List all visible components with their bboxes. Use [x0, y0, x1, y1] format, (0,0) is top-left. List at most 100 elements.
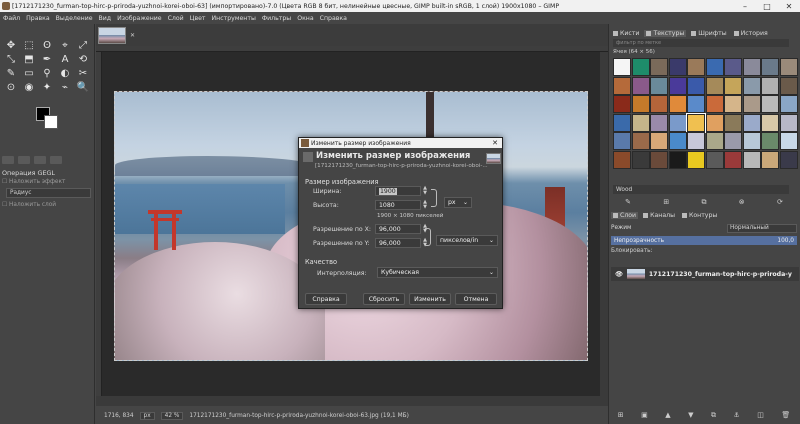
mask-icon[interactable]: ◫	[757, 411, 764, 419]
pattern-swatch[interactable]	[724, 58, 742, 76]
tag-filter-input[interactable]: фильтр по метке	[613, 39, 789, 47]
edit-pattern-icon[interactable]: ✎	[625, 198, 631, 206]
tab-fonts[interactable]: Шрифты	[689, 30, 728, 37]
fuzzy-select-icon[interactable]: ⌖	[56, 38, 74, 52]
pattern-swatch[interactable]	[687, 58, 705, 76]
pattern-swatch[interactable]	[631, 113, 650, 132]
resolution-chain-icon[interactable]	[425, 228, 431, 246]
rect-select-icon[interactable]: ⬚	[20, 38, 38, 52]
pattern-swatch[interactable]	[724, 150, 742, 169]
pattern-swatch[interactable]	[613, 113, 631, 132]
x-resolution-input[interactable]: 96,000	[375, 224, 421, 234]
pattern-swatch[interactable]	[761, 76, 779, 95]
height-spinner[interactable]: ▲ ▼	[422, 200, 428, 210]
tab-paths[interactable]: Контуры	[680, 212, 719, 219]
pattern-swatch[interactable]	[779, 132, 798, 150]
pattern-name-field[interactable]: Wood	[613, 185, 789, 194]
paths-icon[interactable]: ✒	[38, 52, 56, 66]
pattern-swatch[interactable]	[686, 112, 706, 133]
duplicate-layer-icon[interactable]: ⧉	[711, 411, 716, 420]
pattern-swatch[interactable]	[650, 58, 668, 76]
canvas-horizontal-scrollbar[interactable]	[96, 396, 608, 406]
pattern-swatch[interactable]	[613, 76, 631, 95]
pattern-swatch[interactable]	[650, 95, 668, 113]
radius-field[interactable]: Радиус	[6, 188, 91, 198]
pattern-swatch[interactable]	[761, 58, 779, 76]
interpolation-select[interactable]: Кубическая ⌄	[377, 267, 498, 278]
pattern-swatch[interactable]	[761, 150, 779, 169]
pattern-swatch[interactable]	[613, 95, 631, 113]
refresh-patterns-icon[interactable]: ⟳	[777, 198, 783, 206]
unit-select[interactable]: px	[139, 412, 155, 420]
heal-icon[interactable]: ✦	[38, 80, 56, 94]
dialog-close-icon[interactable]: ✕	[492, 139, 498, 147]
pattern-swatch[interactable]	[742, 58, 761, 76]
move-tool-icon[interactable]: ✥	[2, 38, 20, 52]
pattern-swatch[interactable]	[613, 58, 631, 76]
close-image-tab-icon[interactable]: ✕	[130, 32, 135, 39]
opacity-slider[interactable]: Непрозрачность 100,0	[611, 236, 797, 245]
measure-icon[interactable]: ⊙	[2, 80, 20, 94]
pattern-swatch[interactable]	[668, 58, 687, 76]
pattern-swatch[interactable]	[742, 113, 761, 132]
tab-brushes[interactable]: Кисти	[611, 30, 641, 37]
lasso-icon[interactable]: ʘ	[38, 38, 56, 52]
tab-channels[interactable]: Каналы	[641, 212, 677, 219]
menu-view[interactable]: Вид	[96, 15, 115, 22]
menu-tools[interactable]: Инструменты	[209, 15, 259, 22]
apply-layer-option[interactable]: ☐ Наложить слой	[2, 200, 92, 210]
pattern-swatch[interactable]	[668, 76, 687, 95]
lower-layer-icon[interactable]: ▼	[688, 411, 693, 419]
crop-icon[interactable]: ⤢	[74, 38, 92, 52]
width-spinner[interactable]: ▲ ▼	[422, 186, 428, 196]
tab-layers[interactable]: Слои	[611, 211, 639, 219]
pattern-swatch[interactable]	[687, 95, 705, 113]
menu-filters[interactable]: Фильтры	[259, 15, 294, 22]
menu-edit[interactable]: Правка	[23, 15, 53, 22]
height-input[interactable]: 1080	[375, 200, 421, 210]
pattern-swatch[interactable]	[705, 113, 724, 132]
images-tab[interactable]	[50, 156, 62, 164]
anchor-layer-icon[interactable]: ⚓	[733, 411, 739, 419]
pattern-swatch[interactable]	[724, 76, 742, 95]
pattern-swatch[interactable]	[668, 132, 687, 150]
zoom-icon[interactable]: 🔍	[74, 80, 92, 94]
raise-layer-icon[interactable]: ▲	[665, 411, 670, 419]
tab-history[interactable]: История	[732, 30, 770, 37]
color-swatches[interactable]	[36, 107, 60, 131]
text-icon[interactable]: A	[56, 52, 74, 66]
resolution-unit-select[interactable]: пикселов/in ⌄	[436, 235, 498, 246]
eyedropper-icon[interactable]: ◉	[20, 80, 38, 94]
pattern-swatch[interactable]	[650, 132, 668, 150]
pattern-swatch[interactable]	[761, 95, 779, 113]
canvas-vertical-scrollbar[interactable]	[600, 52, 608, 402]
pattern-swatch[interactable]	[724, 113, 742, 132]
delete-layer-icon[interactable]: 🗑	[781, 411, 790, 419]
menu-select[interactable]: Выделение	[53, 15, 96, 22]
pattern-swatch[interactable]	[705, 76, 724, 95]
pattern-swatch[interactable]	[668, 113, 687, 132]
scale-button[interactable]: Изменить	[409, 293, 451, 305]
pattern-swatch[interactable]	[761, 113, 779, 132]
apply-effect-option[interactable]: ☐ Наложить эффект	[2, 177, 92, 187]
minimize-button[interactable]: –	[734, 2, 756, 11]
pattern-swatch[interactable]	[631, 150, 650, 169]
pattern-swatch[interactable]	[705, 95, 724, 113]
pattern-swatch[interactable]	[761, 132, 779, 150]
pattern-swatch[interactable]	[613, 132, 631, 150]
dodge-icon[interactable]: ◐	[56, 66, 74, 80]
pattern-swatch[interactable]	[631, 132, 650, 150]
undo-tab[interactable]	[34, 156, 46, 164]
image-tab-thumbnail[interactable]	[98, 27, 126, 44]
pattern-swatch[interactable]	[705, 150, 724, 169]
pattern-swatch[interactable]	[631, 58, 650, 76]
pattern-swatch[interactable]	[742, 95, 761, 113]
width-input[interactable]: 1900	[375, 186, 421, 196]
pattern-swatch[interactable]	[687, 150, 705, 169]
tool-options-tab[interactable]	[2, 156, 14, 164]
pattern-swatch[interactable]	[724, 95, 742, 113]
pattern-swatch[interactable]	[779, 95, 798, 113]
duplicate-pattern-icon[interactable]: ⧉	[701, 198, 706, 207]
clone-icon[interactable]: ⚲	[38, 66, 56, 80]
menu-image[interactable]: Изображение	[114, 15, 165, 22]
